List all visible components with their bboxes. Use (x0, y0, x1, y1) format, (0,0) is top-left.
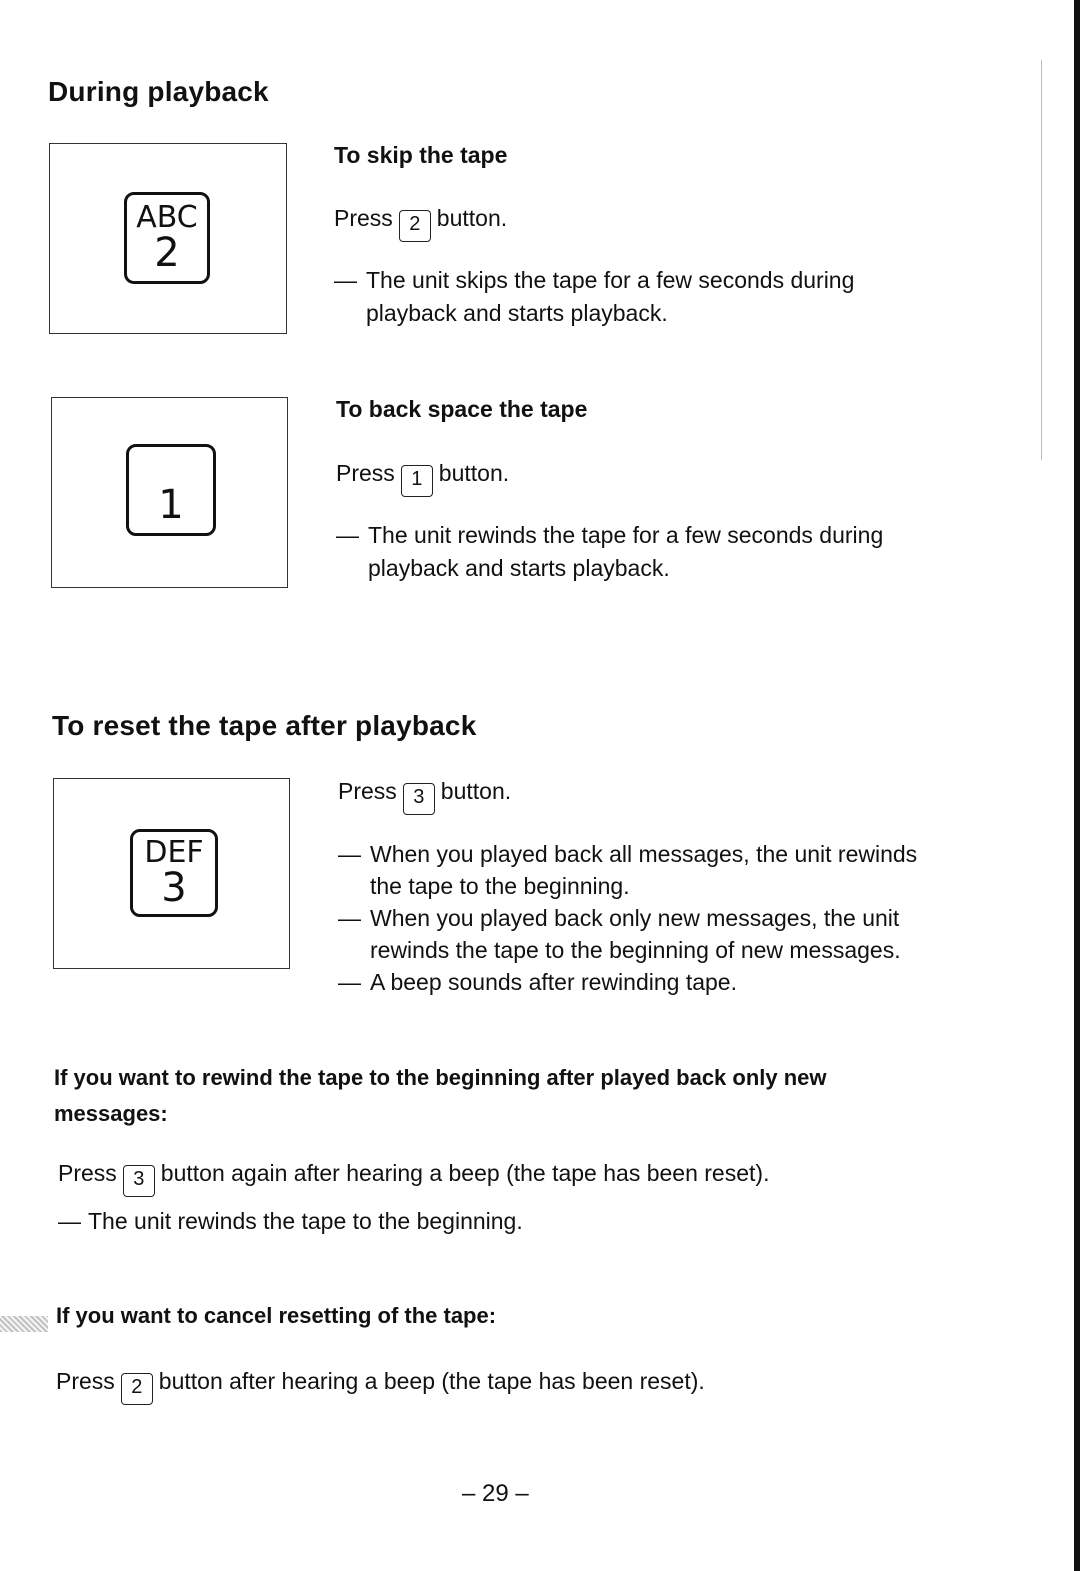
dash: — (334, 267, 357, 293)
dash: — (338, 969, 361, 995)
note-item: — When you played back only new messages… (338, 902, 938, 966)
keypad-illustration-backspace: 1 (51, 397, 288, 588)
press-label: Press (56, 1368, 115, 1394)
press-label: Press (336, 460, 395, 486)
button-label: button. (436, 205, 508, 231)
button-label: button. (438, 460, 510, 486)
note-text: The unit skips the tape for a few second… (366, 267, 855, 326)
heading-backspace-tape: To back space the tape (336, 396, 588, 422)
key-3-inline-icon: 3 (122, 1165, 155, 1197)
section-title-reset: To reset the tape after playback (52, 710, 477, 741)
keypad-illustration-reset: DEF 3 (53, 778, 290, 969)
note-list-rewind: — The unit rewinds the tape to the begin… (58, 1205, 858, 1238)
instruction-backspace: Press 1 button. (336, 457, 509, 497)
heading-skip-tape: To skip the tape (334, 142, 508, 168)
button-label: button again after hearing a beep (the t… (160, 1160, 770, 1186)
press-label: Press (334, 205, 393, 231)
dash: — (336, 522, 359, 548)
press-label: Press (338, 778, 397, 804)
note-text: When you played back all messages, the u… (370, 841, 918, 899)
note-item: — The unit skips the tape for a few seco… (334, 264, 934, 330)
instruction-cancel-reset: Press 2 button after hearing a beep (the t… (56, 1365, 705, 1405)
key-number: 3 (161, 865, 187, 911)
key-3-inline-icon: 3 (402, 783, 435, 815)
instruction-skip: Press 2 button. (334, 202, 507, 242)
note-text: The unit rewinds the tape for a few seco… (368, 522, 884, 581)
button-label: button after hearing a beep (the tape ha… (158, 1368, 705, 1394)
key-number: 2 (154, 230, 180, 276)
heading-rewind-to-beginning: If you want to rewind the tape to the be… (54, 1065, 827, 1126)
scan-fold-line (1041, 60, 1042, 460)
note-text: When you played back only new messages, … (370, 905, 901, 963)
scan-artifact (0, 1316, 48, 1332)
note-item: — The unit rewinds the tape to the begin… (58, 1205, 858, 1238)
dash: — (338, 841, 361, 867)
scan-edge-shadow (1074, 0, 1080, 1571)
dash: — (338, 905, 361, 931)
note-text: A beep sounds after rewinding tape. (370, 969, 737, 995)
button-label: button. (440, 778, 512, 804)
note-list-reset: — When you played back all messages, the… (338, 838, 938, 998)
page-number: – 29 – (462, 1480, 529, 1507)
note-text: The unit rewinds the tape to the beginni… (88, 1208, 523, 1234)
key-letters: ABC (136, 200, 198, 235)
key-letters: DEF (144, 835, 204, 870)
key-1-icon: 1 (126, 444, 216, 536)
dash: — (58, 1208, 81, 1234)
instruction-reset: Press 3 button. (338, 775, 511, 815)
key-1-inline-icon: 1 (400, 465, 433, 497)
press-label: Press (58, 1160, 117, 1186)
key-number: 1 (158, 482, 184, 528)
note-list-backspace: — The unit rewinds the tape for a few se… (336, 519, 896, 585)
key-2-icon: ABC 2 (124, 192, 210, 284)
note-item: — A beep sounds after rewinding tape. (338, 966, 938, 998)
note-list-skip: — The unit skips the tape for a few seco… (334, 264, 934, 330)
note-item: — When you played back all messages, the… (338, 838, 938, 902)
key-2-inline-icon: 2 (398, 210, 431, 242)
key-3-icon: DEF 3 (130, 829, 218, 917)
note-item: — The unit rewinds the tape for a few se… (336, 519, 896, 585)
section-title-during-playback: During playback (48, 76, 269, 107)
key-2-inline-icon: 2 (120, 1373, 153, 1405)
heading-cancel-reset: If you want to cancel resetting of the t… (56, 1303, 497, 1328)
instruction-rewind-to-beginning: Press 3 button again after hearing a beep … (58, 1157, 769, 1197)
keypad-illustration-skip: ABC 2 (49, 143, 287, 334)
